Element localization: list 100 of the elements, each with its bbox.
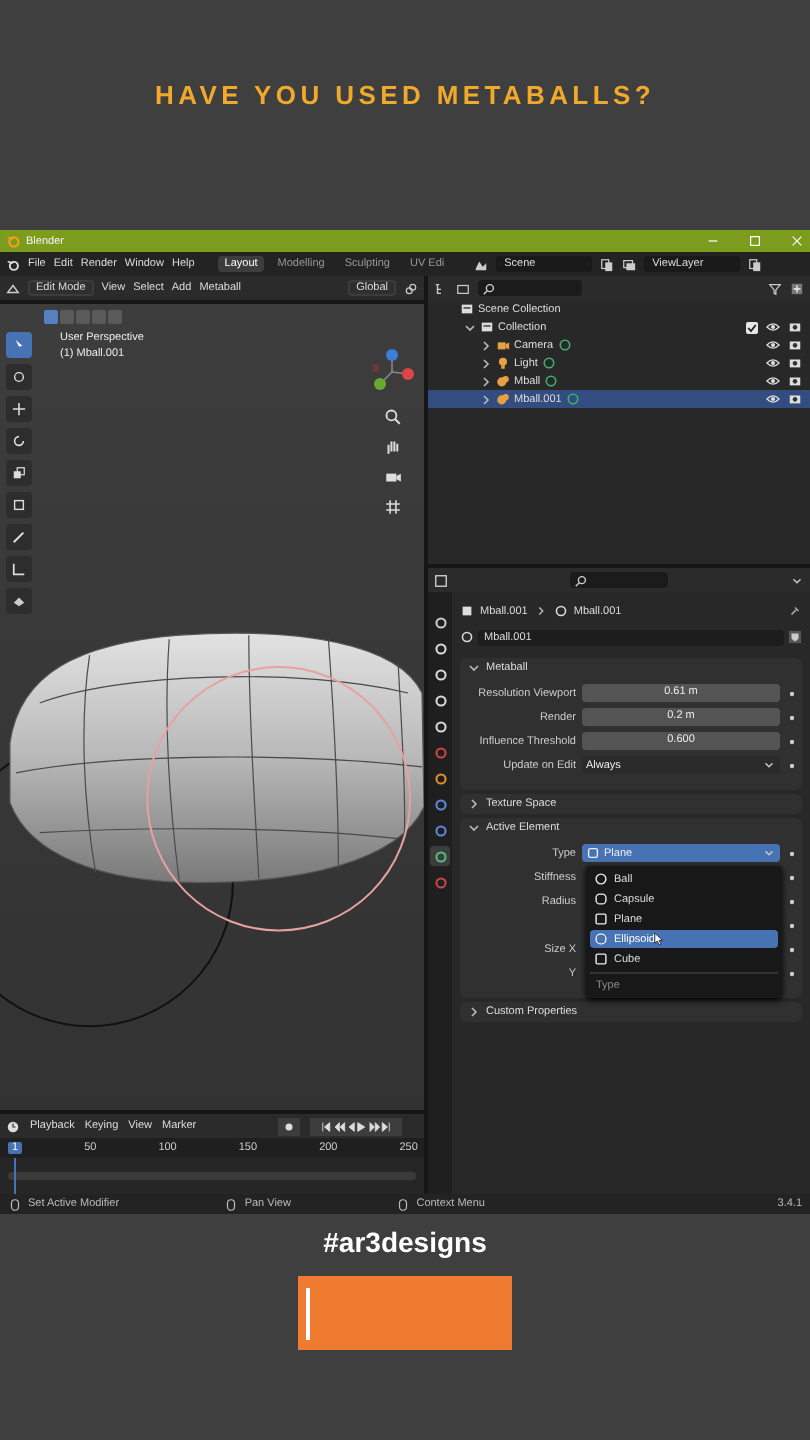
tool-button[interactable] [6, 428, 32, 454]
scene-icon[interactable] [474, 257, 489, 271]
text-caret [306, 1287, 310, 1339]
light-bulb-icon [496, 356, 510, 370]
move-icon [12, 402, 26, 416]
camera-icon[interactable] [788, 356, 802, 370]
tool-button[interactable] [6, 364, 32, 390]
headline: HAVE YOU USED METABALLS? [155, 80, 655, 110]
search-icon [482, 281, 496, 295]
properties-tab[interactable] [430, 768, 450, 788]
eye-icon[interactable] [766, 374, 780, 388]
camera-icon [496, 338, 510, 352]
rotate-icon [12, 434, 26, 448]
keyframe-dot-icon[interactable] [786, 967, 798, 979]
zoom-icon[interactable] [383, 408, 401, 426]
collection-box-icon [480, 320, 494, 334]
properties-tab[interactable] [430, 690, 450, 710]
chevron-down-icon[interactable] [464, 321, 476, 333]
properties-tab[interactable] [430, 820, 450, 840]
keyframe-dot-icon[interactable] [786, 895, 798, 907]
chevron-down-icon [762, 758, 776, 772]
search-field[interactable] [570, 572, 668, 588]
camera-icon[interactable] [788, 374, 802, 388]
hashtag: #ar3designs [323, 1226, 487, 1258]
tool-button[interactable] [6, 556, 32, 582]
editor-type-icon[interactable] [434, 573, 448, 587]
keyframe-dot-icon[interactable] [786, 847, 798, 859]
grid-icon[interactable] [383, 498, 401, 516]
chevron-down-icon [468, 822, 480, 834]
metaball-data-icon[interactable] [460, 630, 474, 644]
properties-tab[interactable] [430, 846, 450, 866]
camera-icon[interactable] [383, 468, 401, 486]
collection-box-icon [460, 302, 474, 316]
chevron-right-icon [468, 1006, 480, 1018]
eye-icon[interactable] [766, 356, 780, 370]
axis-gizmo-icon[interactable] [368, 348, 416, 396]
shield-icon[interactable] [788, 630, 802, 644]
keyframe-dot-icon[interactable] [786, 919, 798, 931]
maximize-icon[interactable] [748, 234, 762, 248]
tool-button[interactable] [6, 588, 32, 614]
cursor-icon [12, 370, 26, 384]
camera-icon[interactable] [788, 338, 802, 352]
record-icon [282, 1119, 296, 1133]
properties-tab[interactable] [430, 638, 450, 658]
new-collection-icon[interactable] [790, 281, 804, 295]
clock-icon[interactable] [6, 1119, 20, 1133]
scale-icon [12, 466, 26, 480]
keyframe-dot-icon[interactable] [786, 735, 798, 747]
filter-icon[interactable] [456, 281, 470, 295]
chevron-right-icon[interactable] [480, 375, 492, 387]
checkbox[interactable] [746, 321, 758, 333]
tool-button[interactable] [6, 460, 32, 486]
chevron-right-icon[interactable] [480, 339, 492, 351]
editor-type-icon[interactable] [6, 281, 20, 295]
funnel-icon[interactable] [768, 281, 782, 295]
mouse-icon [8, 1197, 22, 1211]
tool-button[interactable] [6, 396, 32, 422]
keyframe-dot-icon[interactable] [786, 687, 798, 699]
metaball-data-icon [553, 604, 568, 618]
eye-icon[interactable] [766, 338, 780, 352]
close-icon[interactable] [790, 234, 804, 248]
square-icon [586, 846, 600, 860]
chevron-right-icon [468, 798, 480, 810]
eye-icon[interactable] [766, 320, 780, 334]
hand-icon[interactable] [383, 438, 401, 456]
eye-icon[interactable] [766, 392, 780, 406]
playback-controls[interactable] [310, 1117, 402, 1135]
copy-icon[interactable] [600, 257, 615, 271]
add-icon [12, 594, 26, 608]
camera-icon[interactable] [788, 320, 802, 334]
search-icon [574, 573, 588, 587]
link-icon[interactable] [404, 281, 418, 295]
measure-icon [12, 562, 26, 576]
keyframe-dot-icon[interactable] [786, 711, 798, 723]
pin-icon[interactable] [788, 604, 802, 618]
tool-button[interactable] [6, 492, 32, 518]
select-icon [12, 338, 26, 352]
camera-icon[interactable] [788, 392, 802, 406]
copy-icon[interactable] [748, 257, 763, 271]
check-icon [746, 321, 758, 333]
properties-tab[interactable] [430, 612, 450, 632]
keyframe-dot-icon[interactable] [786, 759, 798, 771]
chevron-down-icon [468, 662, 480, 674]
search-field[interactable] [478, 280, 582, 296]
chevron-right-icon[interactable] [480, 393, 492, 405]
blender-logo-icon[interactable] [6, 257, 20, 271]
chevron-down-icon[interactable] [790, 573, 804, 587]
mesh-object-icon [460, 604, 474, 618]
properties-tab[interactable] [430, 794, 450, 814]
record-button[interactable] [278, 1117, 300, 1135]
keyframe-dot-icon[interactable] [786, 871, 798, 883]
mouse-icon [396, 1197, 411, 1211]
keyframe-dot-icon[interactable] [786, 943, 798, 955]
chevron-right-icon[interactable] [480, 357, 492, 369]
properties-tab[interactable] [430, 716, 450, 736]
tool-button[interactable] [6, 524, 32, 550]
properties-tab[interactable] [430, 664, 450, 684]
transform-icon [12, 498, 26, 512]
annotate-icon [12, 530, 26, 544]
layers-icon[interactable] [622, 257, 637, 271]
